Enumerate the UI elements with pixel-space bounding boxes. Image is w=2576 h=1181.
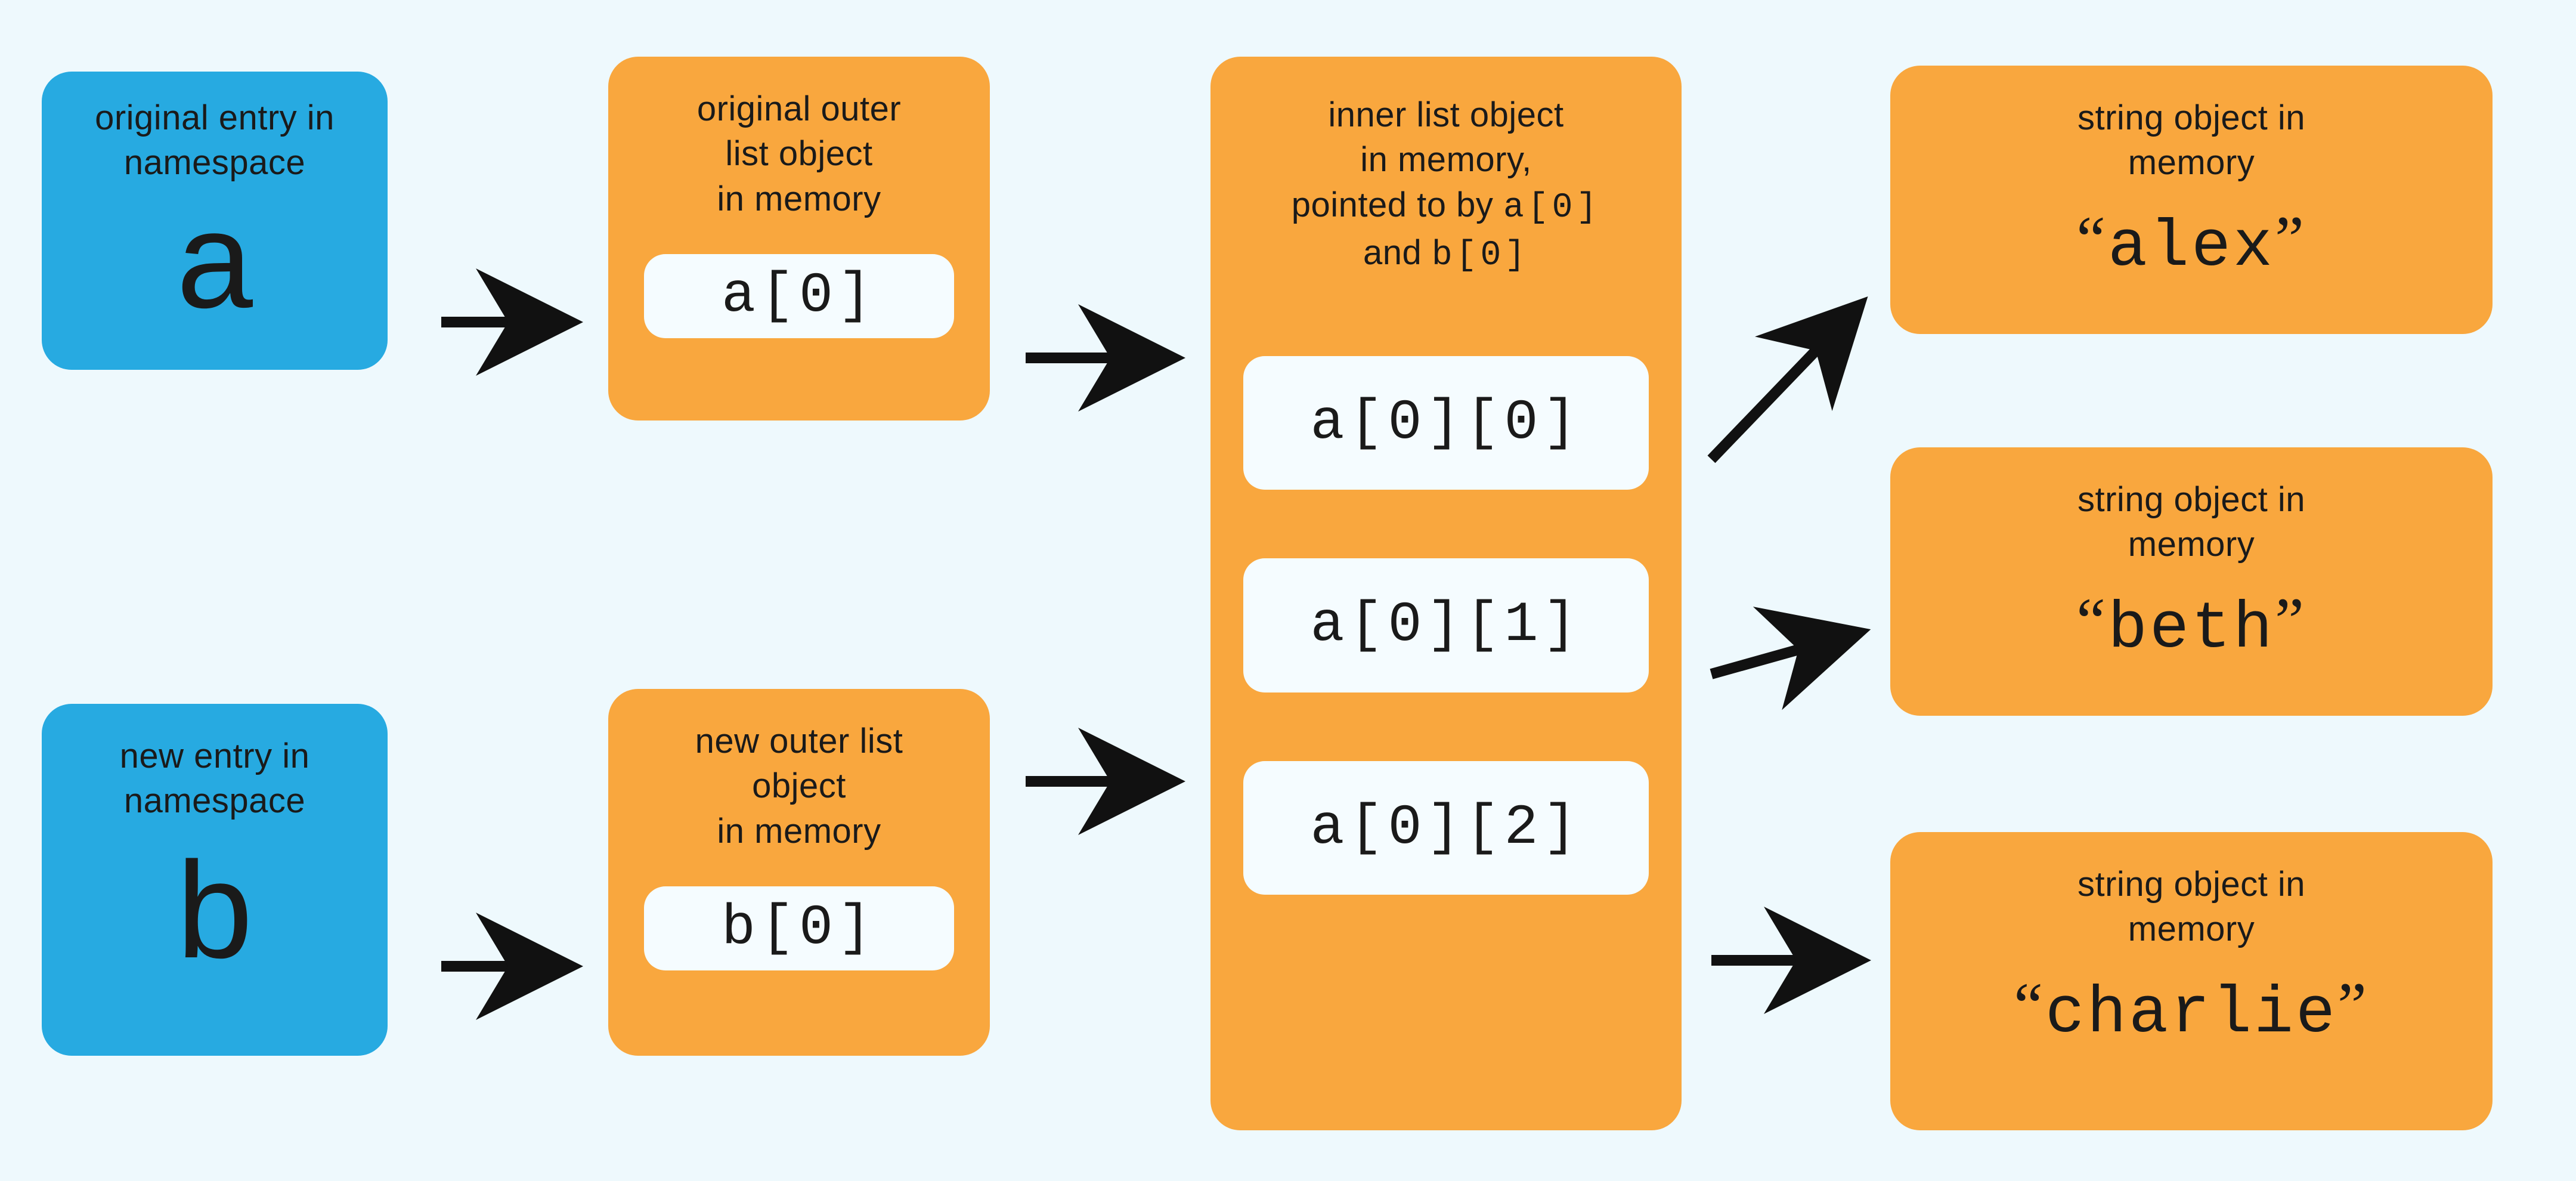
string-beth-value: “beth” [1890,585,2493,666]
namespace-b-var: b [42,842,388,979]
outer-list-b-caption-3: in memory [608,809,990,854]
namespace-a-var: a [42,191,388,329]
namespace-b-caption: new entry in namespace [42,734,388,824]
inner-caption-4: and b[0] [1210,230,1682,278]
string-charlie-caption-2: memory [1890,907,2493,951]
string-charlie-text: charlie [2045,977,2337,1052]
close-quote-icon: ” [2275,585,2306,657]
inner-caption-3: pointed to by a[0] [1210,183,1682,230]
string-beth-caption-1: string object in [1890,477,2493,522]
inner-caption-3-pre: pointed to by [1292,186,1503,224]
outer-list-b-slot: b[0] [644,886,954,970]
outer-list-a-box: original outer list object in memory a[0… [608,57,990,421]
open-quote-icon: “ [2076,203,2108,276]
inner-caption-4-code: b[0] [1432,236,1529,275]
namespace-b-box: new entry in namespace b [42,704,388,1056]
namespace-a-caption: original entry in namespace [42,95,388,186]
inner-caption-1: inner list object [1210,92,1682,137]
outer-list-a-caption-2: list object [608,131,990,176]
string-charlie-value: “charlie” [1890,970,2493,1050]
string-beth-text: beth [2108,592,2275,667]
outer-list-b-box: new outer list object in memory b[0] [608,689,990,1056]
string-beth-caption-2: memory [1890,522,2493,567]
outer-list-a-slot: a[0] [644,254,954,338]
inner-caption-3-code: a[0] [1503,188,1600,227]
outer-list-b-caption-2: object [608,763,990,808]
inner-slot-2: a[0][2] [1243,761,1649,895]
string-charlie-caption-1: string object in [1890,862,2493,907]
open-quote-icon: “ [2076,585,2108,657]
inner-caption-2: in memory, [1210,137,1682,182]
close-quote-icon: ” [2337,969,2369,1042]
outer-list-a-caption-1: original outer [608,86,990,131]
close-quote-icon: ” [2275,203,2306,276]
inner-caption-4-pre: and [1363,233,1432,272]
outer-list-a-caption-3: in memory [608,177,990,221]
string-charlie-box: string object in memory “charlie” [1890,832,2493,1130]
inner-list-box: inner list object in memory, pointed to … [1210,57,1682,1130]
open-quote-icon: “ [2014,969,2045,1042]
string-alex-box: string object in memory “alex” [1890,66,2493,334]
string-alex-caption-2: memory [1890,140,2493,185]
outer-list-b-caption-1: new outer list [608,719,990,763]
namespace-a-box: original entry in namespace a [42,72,388,370]
inner-slot-0: a[0][0] [1243,356,1649,490]
arrow-inner0-to-alex [1711,304,1860,459]
inner-slot-1: a[0][1] [1243,558,1649,692]
string-alex-text: alex [2108,211,2275,285]
arrow-inner1-to-beth [1711,632,1860,674]
string-beth-box: string object in memory “beth” [1890,447,2493,716]
string-alex-caption-1: string object in [1890,95,2493,140]
string-alex-value: “alex” [1890,203,2493,284]
